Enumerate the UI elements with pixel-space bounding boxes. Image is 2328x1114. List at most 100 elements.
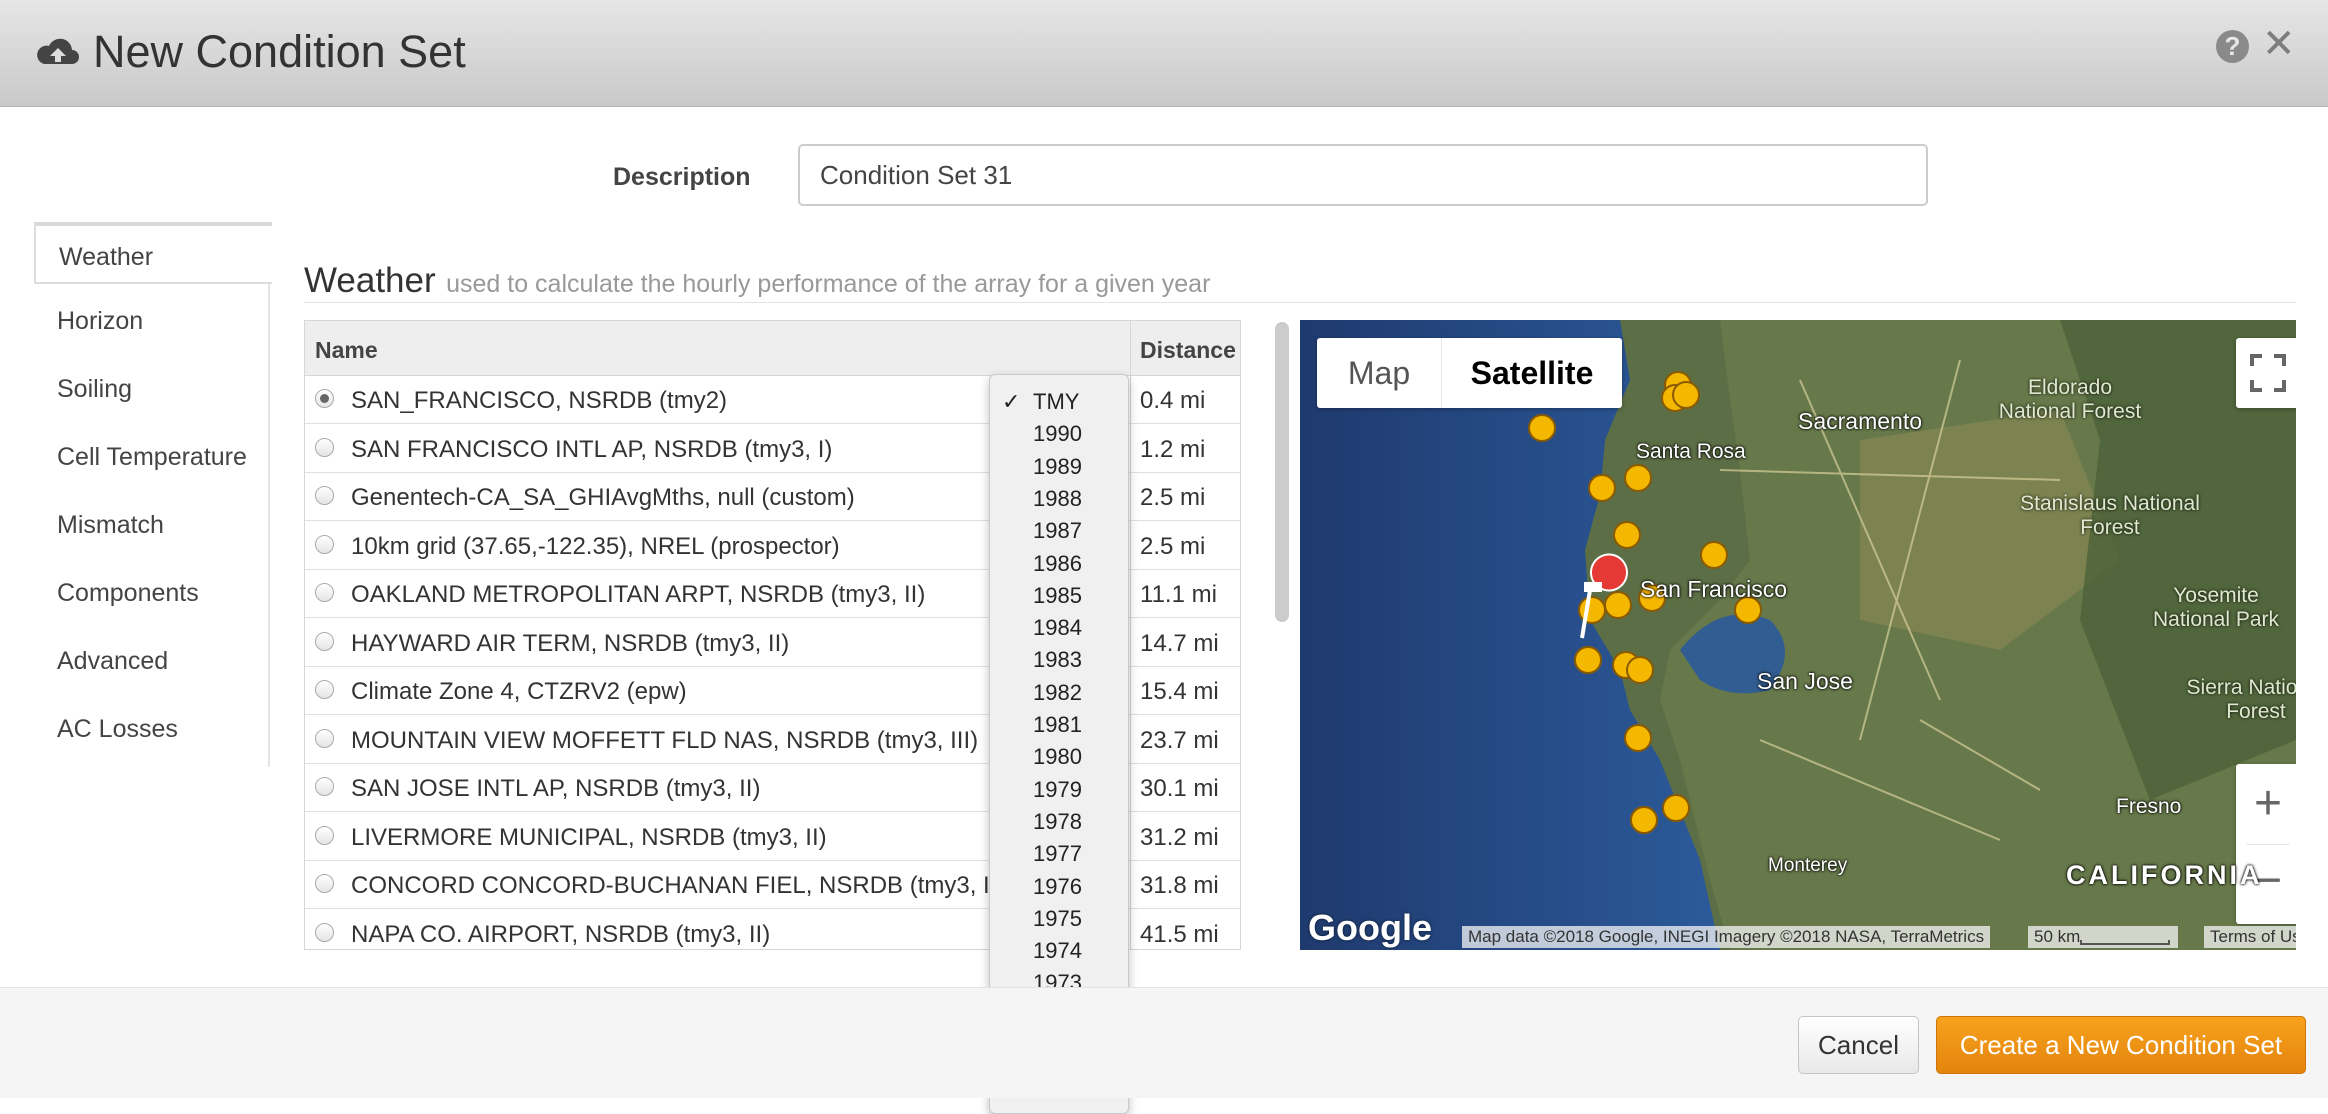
weather-radio[interactable]: [315, 825, 334, 845]
cancel-button[interactable]: Cancel: [1798, 1016, 1919, 1074]
satellite-map[interactable]: Map Satellite + − Santa Rosa Sacramento …: [1300, 320, 2296, 950]
weather-name: SAN FRANCISCO INTL AP, NSRDB (tmy3, I): [351, 435, 833, 463]
weather-radio[interactable]: [315, 680, 334, 699]
table-scrollbar[interactable]: [1275, 322, 1289, 622]
weather-name: OAKLAND METROPOLITAN ARPT, NSRDB (tmy3, …: [351, 581, 926, 608]
year-option[interactable]: 1976: [1033, 874, 1082, 900]
create-condition-set-button[interactable]: Create a New Condition Set: [1936, 1016, 2306, 1074]
weather-name: NAPA CO. AIRPORT, NSRDB (tmy3, II): [351, 920, 771, 948]
year-option[interactable]: 1989: [1033, 454, 1082, 480]
sidebar-item-weather[interactable]: Weather: [34, 222, 272, 284]
weather-radio[interactable]: [315, 777, 334, 796]
weather-name: Genentech-CA_SA_GHIAvgMths, null (custom…: [351, 484, 855, 511]
weather-radio[interactable]: [315, 874, 334, 893]
weather-name: MOUNTAIN VIEW MOFFETT FLD NAS, NSRDB (tm…: [351, 726, 979, 754]
weather-distance: 2.5 mi: [1140, 532, 1206, 560]
map-attribution[interactable]: Map data ©2018 Google, INEGI Imagery ©20…: [1462, 926, 1991, 948]
map-label-park: Stanislaus National Forest: [2020, 492, 2200, 539]
weather-name: 10km grid (37.65,-122.35), NREL (prospec…: [351, 532, 840, 560]
map-label-city: San Jose: [1757, 668, 1853, 694]
weather-radio[interactable]: [315, 437, 334, 457]
description-label: Description: [613, 163, 751, 191]
sidebar-item-mismatch[interactable]: Mismatch: [34, 494, 270, 556]
column-divider: [1130, 321, 1131, 949]
map-scale-bar: [2080, 940, 2170, 945]
sidebar-item-horizon[interactable]: Horizon: [34, 290, 270, 352]
map-type-control: Map Satellite: [1317, 338, 1622, 408]
column-header-name[interactable]: Name: [315, 337, 378, 364]
help-icon[interactable]: ?: [2216, 30, 2249, 63]
weather-name: CONCORD CONCORD-BUCHANAN FIEL, NSRDB (tm…: [351, 872, 1005, 899]
checkmark-icon: ✓: [1002, 389, 1021, 414]
dialog-title: New Condition Set: [93, 26, 466, 77]
year-option[interactable]: 1974: [1033, 938, 1082, 964]
weather-name: SAN_FRANCISCO, NSRDB (tmy2): [351, 387, 728, 414]
section-subtitle: used to calculate the hourly performance…: [446, 270, 1211, 298]
sidebar-nav: Weather Horizon Soiling Cell Temperature…: [34, 222, 272, 767]
dialog-footer: Cancel Create a New Condition Set: [0, 987, 2328, 1098]
weather-radio[interactable]: [315, 486, 334, 505]
map-label-city: Fresno: [2116, 795, 2182, 818]
sidebar-item-ac-losses[interactable]: AC Losses: [34, 698, 270, 760]
map-type-map-button[interactable]: Map: [1317, 338, 1442, 408]
year-option[interactable]: 1977: [1033, 841, 1082, 867]
weather-name: Climate Zone 4, CTZRV2 (epw): [351, 678, 687, 705]
dialog-header: New Condition Set ? ✕: [0, 0, 2328, 107]
map-label-park: Yosemite National Park: [2152, 584, 2280, 631]
weather-distance: 31.2 mi: [1140, 823, 1219, 851]
map-label-park: Eldorado National Forest: [1998, 376, 2142, 423]
year-option[interactable]: 1986: [1033, 551, 1082, 577]
weather-distance: 41.5 mi: [1140, 920, 1219, 948]
cloud-upload-icon: [37, 38, 79, 64]
year-option[interactable]: 1985: [1033, 583, 1082, 609]
map-scale[interactable]: 50 km: [2028, 926, 2178, 948]
google-logo: Google: [1308, 907, 1432, 948]
weather-distance: 0.4 mi: [1140, 387, 1206, 414]
year-option[interactable]: 1980: [1033, 744, 1082, 770]
fullscreen-button[interactable]: [2236, 338, 2296, 408]
weather-radio[interactable]: [315, 728, 334, 748]
divider: [304, 302, 2296, 303]
year-option[interactable]: 1982: [1033, 680, 1082, 706]
weather-radio[interactable]: [315, 389, 334, 408]
column-header-distance[interactable]: Distance: [1140, 337, 1236, 364]
map-label-city: Monterey: [1768, 855, 1848, 876]
weather-distance: 11.1 mi: [1140, 581, 1217, 608]
sidebar-item-advanced[interactable]: Advanced: [34, 630, 270, 692]
weather-distance: 31.8 mi: [1140, 872, 1219, 899]
table-header: Name Distance: [305, 321, 1240, 376]
year-option[interactable]: 1979: [1033, 777, 1082, 803]
description-input[interactable]: [798, 144, 1928, 206]
zoom-control: + −: [2236, 764, 2296, 924]
year-option[interactable]: 1983: [1033, 647, 1082, 673]
map-type-satellite-button[interactable]: Satellite: [1442, 338, 1622, 408]
sidebar-item-cell-temperature[interactable]: Cell Temperature: [34, 426, 270, 488]
year-option[interactable]: 1990: [1033, 421, 1082, 447]
section-heading: Weather used to calculate the hourly per…: [304, 261, 1210, 301]
weather-name: SAN JOSE INTL AP, NSRDB (tmy3, II): [351, 775, 761, 802]
weather-radio[interactable]: [315, 534, 334, 554]
map-terms-link[interactable]: Terms of Use: [2204, 926, 2296, 948]
weather-radio[interactable]: [315, 922, 334, 942]
year-option[interactable]: 1988: [1033, 486, 1082, 512]
map-label-state: CALIFORNIA: [2066, 860, 2263, 890]
year-option[interactable]: 1978: [1033, 809, 1082, 835]
weather-distance: 14.7 mi: [1140, 629, 1219, 657]
map-label-city: Santa Rosa: [1636, 440, 1746, 463]
weather-name: LIVERMORE MUNICIPAL, NSRDB (tmy3, II): [351, 823, 827, 851]
year-option[interactable]: 1984: [1033, 615, 1082, 641]
year-option[interactable]: 1975: [1033, 906, 1082, 932]
weather-distance: 23.7 mi: [1140, 726, 1219, 754]
zoom-in-button[interactable]: +: [2236, 764, 2296, 844]
year-option[interactable]: TMY: [1033, 389, 1079, 415]
weather-radio[interactable]: [315, 631, 334, 651]
weather-radio[interactable]: [315, 583, 334, 602]
year-option[interactable]: 1987: [1033, 518, 1082, 544]
map-label-park: Sierra National Forest: [2186, 676, 2296, 723]
fullscreen-icon: [2250, 354, 2286, 392]
weather-distance: 15.4 mi: [1140, 678, 1219, 705]
year-option[interactable]: 1981: [1033, 712, 1082, 738]
sidebar-item-soiling[interactable]: Soiling: [34, 358, 270, 420]
close-icon[interactable]: ✕: [2262, 24, 2296, 64]
sidebar-item-components[interactable]: Components: [34, 562, 270, 624]
